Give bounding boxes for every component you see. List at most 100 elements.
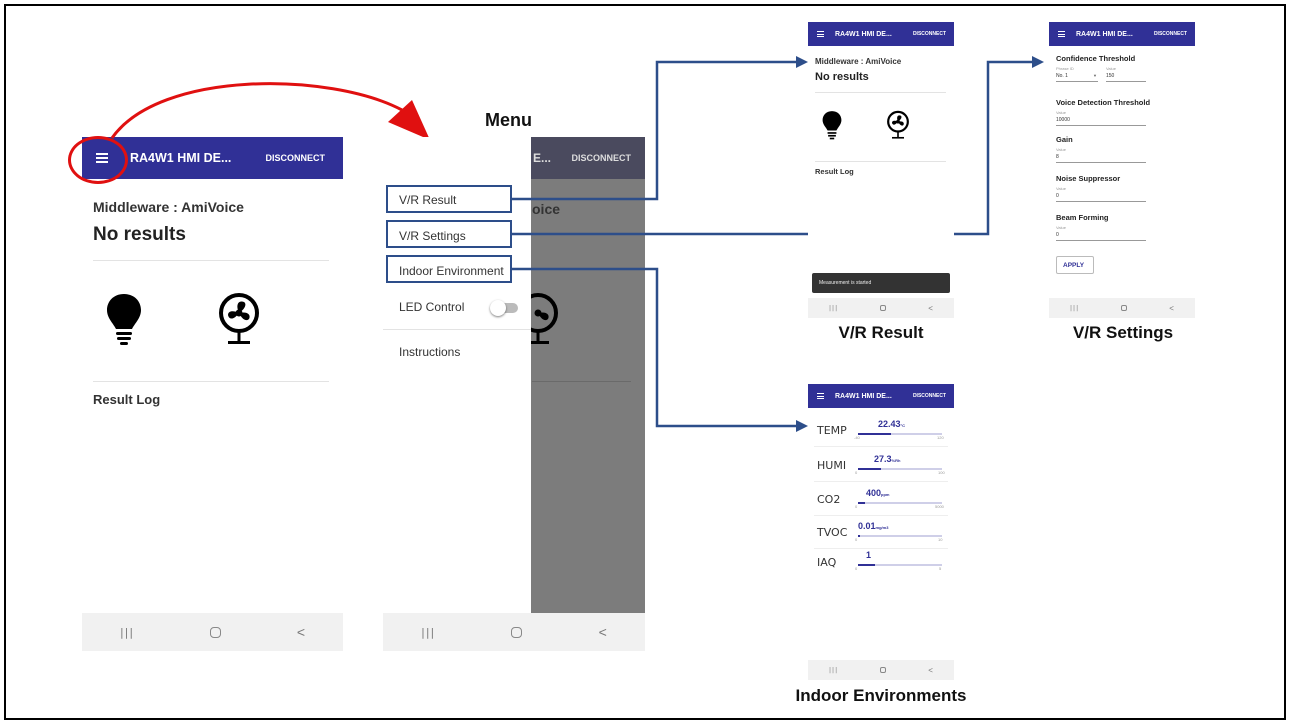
recent-apps-icon[interactable]: ||| [1070, 305, 1079, 312]
divider [814, 548, 948, 549]
recent-apps-icon[interactable]: ||| [829, 667, 838, 674]
iaq-value: 1 [866, 550, 871, 560]
recent-apps-icon[interactable]: ||| [829, 305, 838, 312]
disconnect-button[interactable]: DISCONNECT [1154, 31, 1187, 37]
phrase-id-label: Phrase ID [1056, 66, 1074, 71]
co2-max: 5000 [935, 504, 944, 509]
tvoc-unit: mg/m3 [875, 525, 889, 530]
app-bar: RA4W1 HMI DE... DISCONNECT [808, 384, 954, 408]
noise-value-label: Value [1056, 186, 1066, 191]
app-title: RA4W1 HMI DE... [835, 392, 892, 400]
divider [814, 515, 948, 516]
vr-settings-phone: RA4W1 HMI DE... DISCONNECT Confidence Th… [1049, 22, 1195, 318]
iaq-gauge [858, 564, 942, 566]
beam-forming-heading: Beam Forming [1056, 213, 1109, 222]
tvoc-min: 0 [855, 537, 858, 542]
iaq-gauge-fill [858, 564, 875, 566]
confidence-value-label: Value [1106, 66, 1116, 71]
chevron-down-icon[interactable]: ▼ [1093, 73, 1097, 78]
humi-value: 27.3%Rh [874, 454, 900, 464]
result-log-label: Result Log [815, 167, 854, 176]
divider [814, 446, 948, 447]
temp-value: 22.43°C [878, 419, 905, 429]
temp-min: -40 [854, 435, 860, 440]
noise-suppressor-heading: Noise Suppressor [1056, 174, 1121, 183]
app-bar: RA4W1 HMI DE... DISCONNECT [1049, 22, 1195, 46]
system-nav-bar: ||| < [808, 298, 954, 318]
light-bulb-icon[interactable] [822, 110, 842, 141]
humi-unit: %Rh [891, 458, 901, 463]
gain-input[interactable]: 8 [1056, 154, 1059, 160]
beam-forming-input[interactable]: 0 [1056, 232, 1059, 238]
divider [815, 161, 946, 162]
noise-suppressor-input[interactable]: 0 [1056, 193, 1059, 199]
disconnect-button[interactable]: DISCONNECT [913, 31, 946, 37]
toast-message: Measurement is started [812, 273, 950, 293]
app-title: RA4W1 HMI DE... [835, 30, 892, 38]
humi-label: HUMI [817, 459, 847, 472]
voice-detection-underline [1056, 125, 1146, 126]
system-nav-bar: ||| < [1049, 298, 1195, 318]
tvoc-max: 10 [938, 537, 943, 542]
tvoc-gauge-fill [858, 535, 860, 537]
disconnect-button[interactable]: DISCONNECT [913, 393, 946, 399]
humi-max: 100 [938, 470, 945, 475]
temp-max: 120 [937, 435, 944, 440]
voice-detection-input[interactable]: 10000 [1056, 117, 1070, 123]
humi-min: 0 [855, 470, 858, 475]
menu-icon[interactable] [817, 393, 824, 399]
divider [814, 481, 948, 482]
middleware-label: Middleware : AmiVoice [815, 57, 902, 66]
confidence-value-underline [1106, 81, 1146, 82]
co2-label: CO2 [817, 493, 841, 506]
temp-label: TEMP [817, 424, 847, 437]
back-icon[interactable]: < [928, 304, 933, 313]
confidence-threshold-heading: Confidence Threshold [1056, 54, 1136, 63]
gain-value-label: Value [1056, 147, 1066, 152]
iaq-label: IAQ [817, 556, 837, 569]
menu-icon[interactable] [1058, 31, 1065, 37]
co2-value-number: 400 [866, 488, 882, 498]
divider [815, 92, 946, 93]
tvoc-label: TVOC [817, 526, 848, 539]
fan-icon[interactable] [886, 110, 910, 141]
tvoc-value-number: 0.01 [858, 521, 876, 531]
vr-result-caption: V/R Result [838, 323, 924, 342]
apply-button[interactable]: APPLY [1056, 256, 1094, 274]
tvoc-gauge [858, 535, 942, 537]
co2-min: 0 [855, 504, 858, 509]
co2-gauge-fill [858, 502, 865, 504]
menu-icon[interactable] [817, 31, 824, 37]
phrase-id-select[interactable]: No. 1 [1056, 73, 1068, 79]
co2-unit: ppm [881, 492, 890, 497]
beam-underline [1056, 240, 1146, 241]
iaq-value-number: 1 [866, 550, 872, 560]
tvoc-value: 0.01mg/m3 [858, 521, 888, 531]
back-icon[interactable]: < [1169, 304, 1174, 313]
toast-text: Measurement is started [819, 280, 872, 286]
vr-settings-caption: V/R Settings [1072, 323, 1174, 342]
temp-unit: °C [900, 423, 906, 428]
beam-value-label: Value [1056, 225, 1066, 230]
app-bar: RA4W1 HMI DE... DISCONNECT [808, 22, 954, 46]
apply-button-label: APPLY [1063, 262, 1085, 269]
co2-value: 400ppm [866, 488, 889, 498]
home-icon[interactable] [880, 305, 887, 311]
iaq-min: 0 [855, 566, 858, 571]
indoor-environments-phone: RA4W1 HMI DE... DISCONNECT TEMP 22.43°C … [808, 384, 954, 680]
no-results-text: No results [815, 71, 869, 83]
back-icon[interactable]: < [928, 666, 933, 675]
iaq-max: 5 [939, 566, 942, 571]
temp-gauge [858, 433, 942, 435]
temp-gauge-fill [858, 433, 891, 435]
app-title: RA4W1 HMI DE... [1076, 30, 1133, 38]
home-icon[interactable] [880, 667, 887, 673]
vr-result-phone: RA4W1 HMI DE... DISCONNECT Middleware : … [808, 22, 954, 318]
voice-detection-heading: Voice Detection Threshold [1056, 98, 1151, 107]
home-icon[interactable] [1121, 305, 1128, 311]
confidence-value-input[interactable]: 150 [1106, 73, 1114, 79]
co2-gauge [858, 502, 942, 504]
noise-underline [1056, 201, 1146, 202]
indoor-environments-caption: Indoor Environments [795, 686, 967, 705]
gain-underline [1056, 162, 1146, 163]
